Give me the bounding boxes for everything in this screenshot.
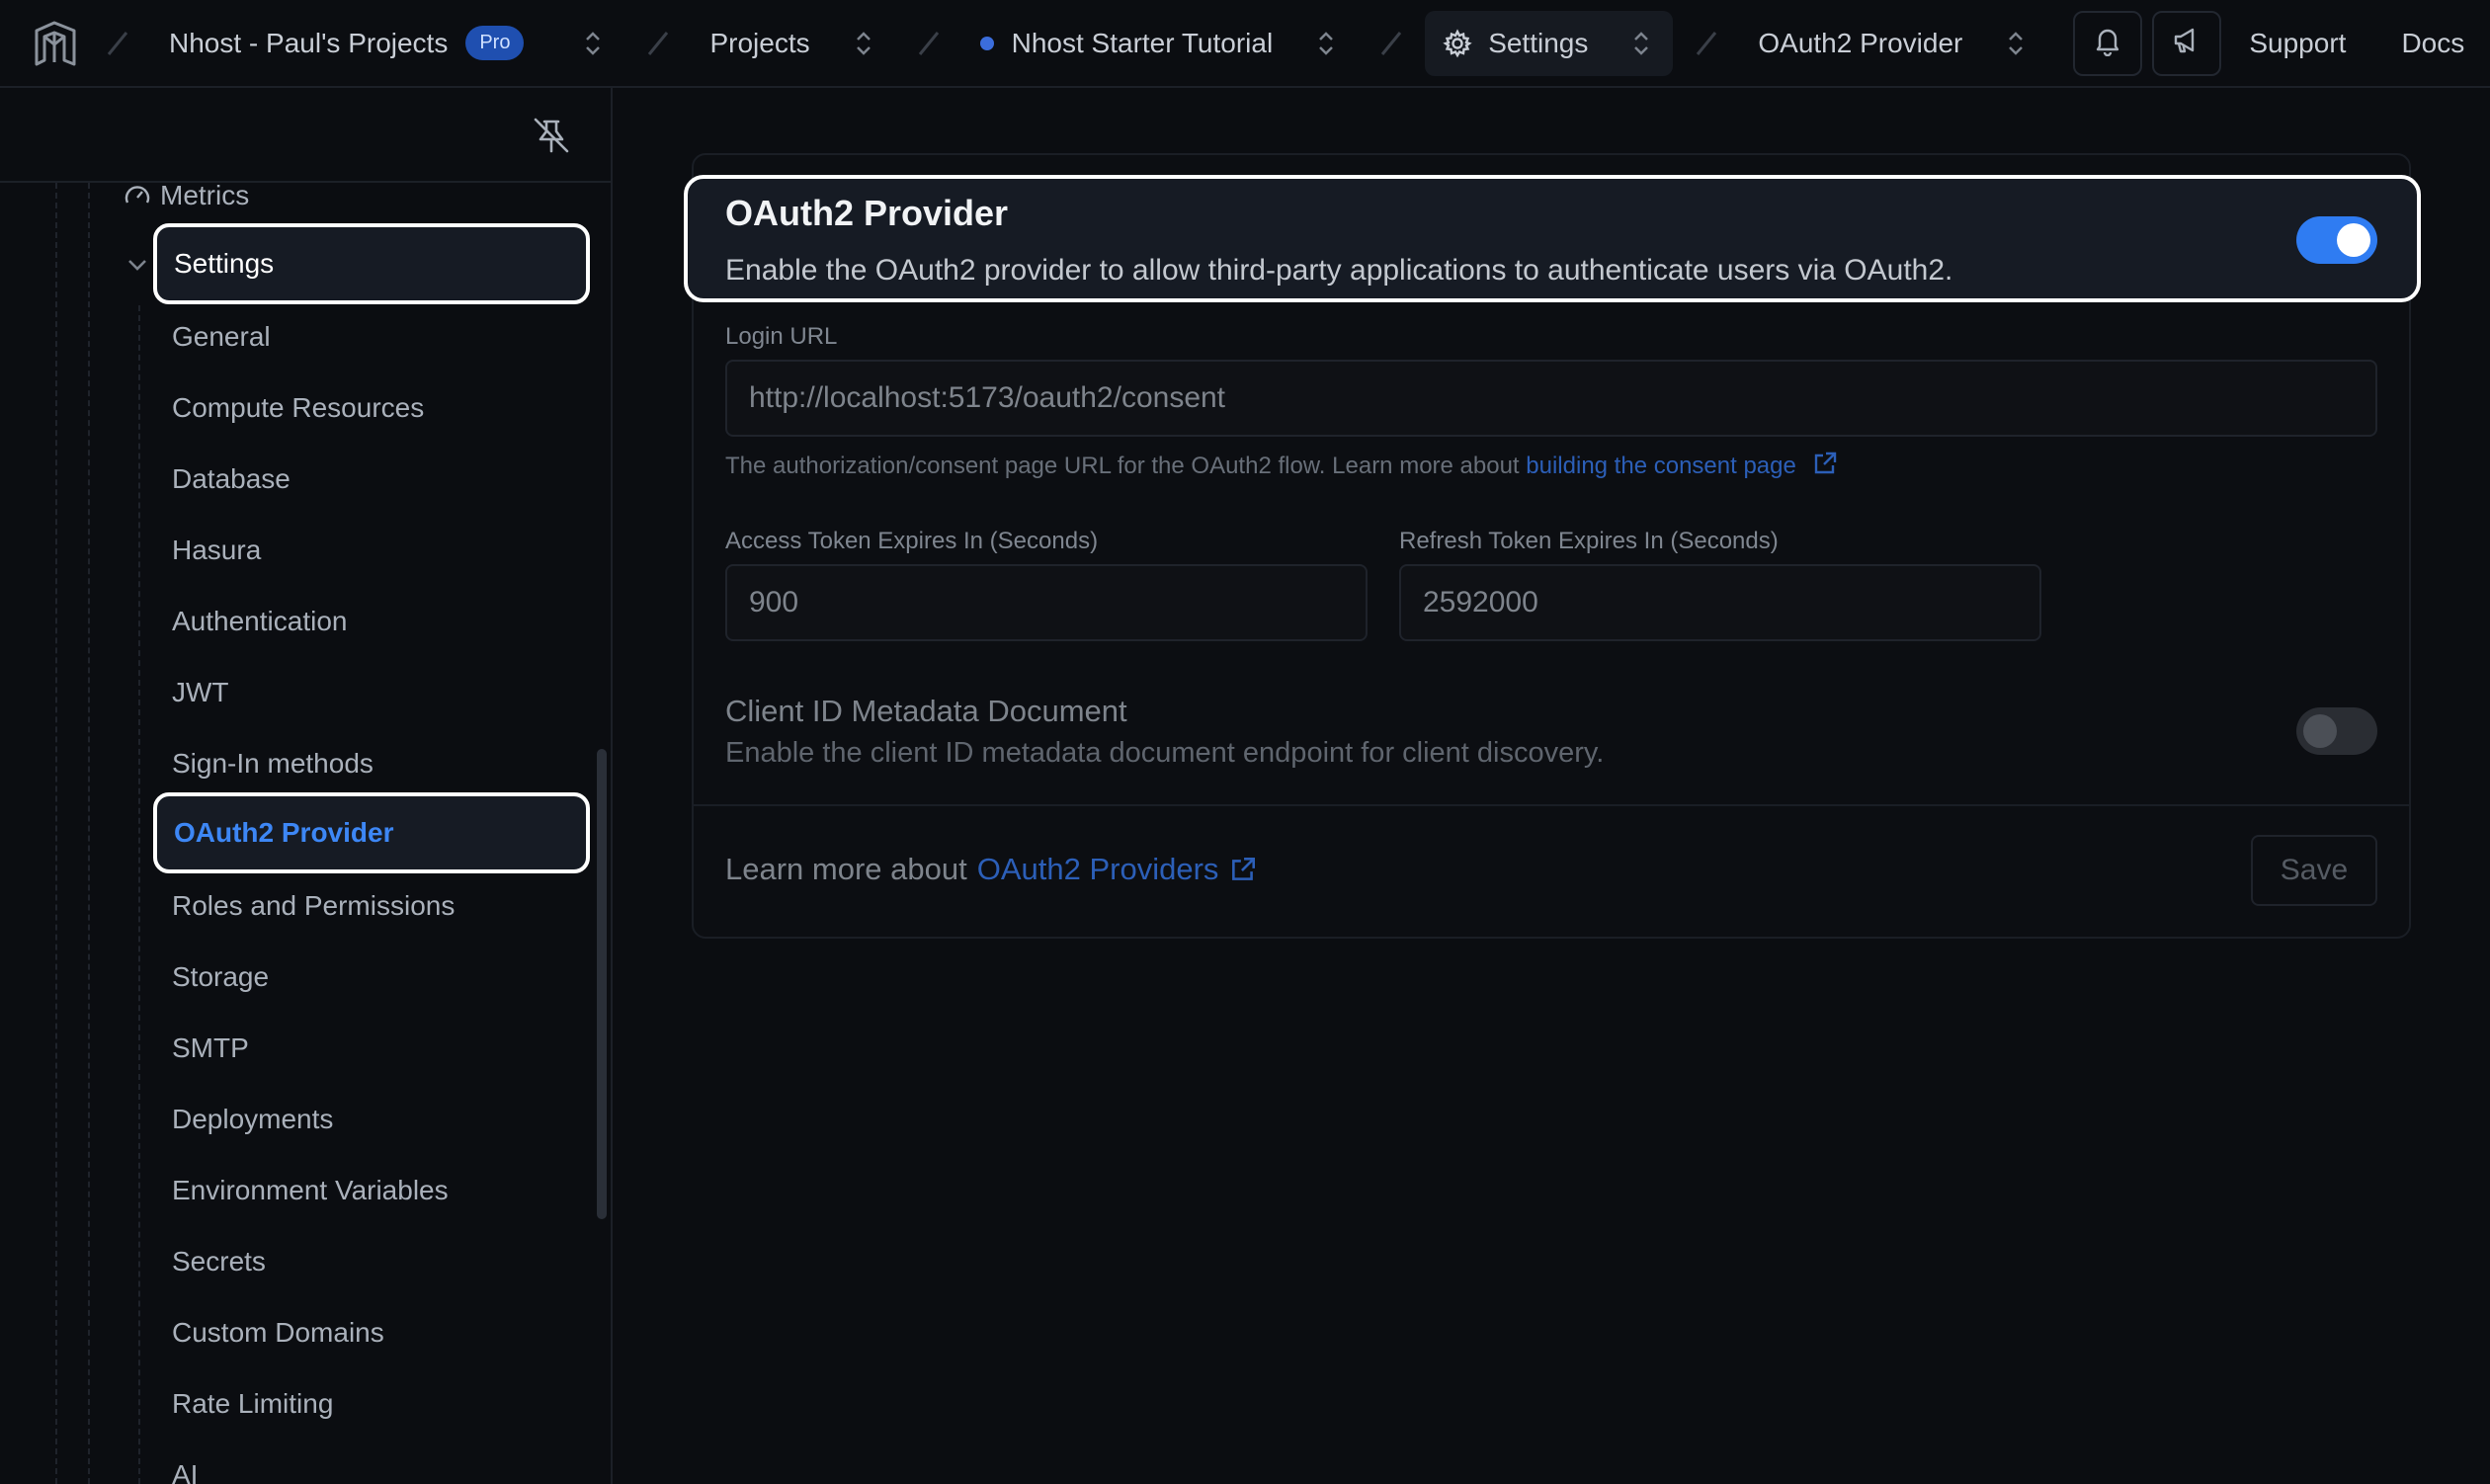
breadcrumb-organization[interactable]: Nhost - Paul's Projects Pro [151,11,624,76]
external-link-icon[interactable] [1228,855,1258,884]
settings-label: Settings [1488,27,1589,58]
tree-guide-line [55,183,57,1484]
refresh-token-input[interactable]: 2592000 [1399,564,2041,641]
oauth2-provider-toggle[interactable] [2296,216,2377,264]
support-link[interactable]: Support [2249,28,2346,59]
sidebar-item-label: Metrics [160,180,250,210]
sidebar-item-metrics[interactable]: Metrics [123,171,249,220]
tree-guide-line [88,183,90,1484]
external-link-icon[interactable] [1811,450,1839,484]
client-id-title: Client ID Metadata Document [725,694,1127,728]
refresh-token-label: Refresh Token Expires In (Seconds) [1399,528,1779,554]
login-url-label: Login URL [725,323,838,350]
sidebar-item-database[interactable]: Database [172,454,290,504]
sidebar: Metrics Settings General Compute Resourc… [0,88,613,1484]
sidebar-item-secrets[interactable]: Secrets [172,1237,266,1286]
access-token-label: Access Token Expires In (Seconds) [725,528,1099,554]
sidebar-item-hasura[interactable]: Hasura [172,526,261,575]
sidebar-item-compute-resources[interactable]: Compute Resources [172,383,424,433]
learn-more-footer: Learn more about OAuth2 Providers [725,852,1258,887]
sidebar-item-authentication[interactable]: Authentication [172,597,347,646]
client-id-metadata-toggle[interactable] [2296,707,2377,755]
breadcrumb-project[interactable]: Nhost Starter Tutorial [962,11,1359,76]
sidebar-item-deployments[interactable]: Deployments [172,1095,333,1144]
organization-name: Nhost - Paul's Projects [169,27,449,58]
breadcrumb-separator-icon [1371,24,1411,63]
sidebar-item-custom-domains[interactable]: Custom Domains [172,1308,384,1358]
top-navigation-bar: Nhost - Paul's Projects Pro Projects Nho… [0,0,2490,88]
sidebar-item-smtp[interactable]: SMTP [172,1024,249,1073]
login-url-input[interactable]: http://localhost:5173/oauth2/consent [725,360,2377,437]
sidebar-item-roles-and-permissions[interactable]: Roles and Permissions [172,881,455,931]
sidebar-item-environment-variables[interactable]: Environment Variables [172,1166,449,1215]
breadcrumb-settings[interactable]: Settings [1425,10,1674,76]
toggle-knob [2337,223,2370,257]
help-text: The authorization/consent page URL for t… [725,452,1520,479]
nhost-logo-icon[interactable] [27,15,84,72]
learn-more-text: Learn more about [725,852,967,886]
sidebar-item-storage[interactable]: Storage [172,952,269,1002]
chevron-down-icon[interactable] [124,252,150,283]
oauth2-providers-link[interactable]: OAuth2 Providers [977,852,1219,887]
section-description: Enable the OAuth2 provider to allow thir… [725,254,1953,287]
chevron-up-down-icon[interactable] [1627,27,1655,60]
chevron-up-down-icon[interactable] [579,27,607,60]
megaphone-icon [2171,25,2202,61]
breadcrumb-page[interactable]: OAuth2 Provider [1740,11,2047,76]
sidebar-item-label: Settings [174,248,275,279]
oauth2-provider-header: OAuth2 Provider Enable the OAuth2 provid… [684,175,2421,302]
section-title: OAuth2 Provider [725,193,1009,233]
project-name: Nhost Starter Tutorial [1011,27,1274,58]
sidebar-item-ai[interactable]: AI [172,1450,198,1484]
bell-icon [2092,25,2123,61]
breadcrumb-separator-icon [1687,24,1726,63]
sidebar-item-jwt[interactable]: JWT [172,668,229,717]
announcements-button[interactable] [2152,10,2222,76]
sidebar-item-settings[interactable]: Settings [153,223,590,304]
login-url-help: The authorization/consent page URL for t… [725,450,1839,484]
page-label: OAuth2 Provider [1758,27,1963,58]
chevron-up-down-icon[interactable] [850,27,877,60]
save-button[interactable]: Save [2251,835,2377,906]
chevron-up-down-icon[interactable] [2002,27,2030,60]
plan-badge: Pro [465,26,525,60]
client-id-description: Enable the client ID metadata document e… [725,737,1605,769]
breadcrumb-separator-icon [638,24,678,63]
project-status-dot [979,36,994,50]
tree-guide-line [138,305,140,1484]
card-divider [694,804,2409,806]
gear-icon [1443,28,1472,58]
access-token-input[interactable]: 900 [725,564,1368,641]
sidebar-item-general[interactable]: General [172,312,271,362]
breadcrumb-separator-icon [98,24,137,63]
sidebar-item-rate-limiting[interactable]: Rate Limiting [172,1379,333,1429]
sidebar-item-oauth2-provider[interactable]: OAuth2 Provider [153,792,590,873]
breadcrumb-projects[interactable]: Projects [692,11,894,76]
sidebar-item-sign-in-methods[interactable]: Sign-In methods [172,739,374,788]
toggle-knob [2303,714,2337,748]
notifications-button[interactable] [2073,10,2143,76]
projects-label: Projects [709,27,810,58]
sidebar-scrollbar[interactable] [597,749,607,1219]
gauge-icon [123,181,152,210]
chevron-up-down-icon[interactable] [1312,27,1340,60]
docs-link[interactable]: Docs [2401,28,2464,59]
breadcrumb-separator-icon [909,24,949,63]
unpin-icon[interactable] [530,114,573,157]
sidebar-header [0,88,611,183]
consent-page-link[interactable]: building the consent page [1526,453,1796,479]
sidebar-item-label: OAuth2 Provider [174,817,394,848]
